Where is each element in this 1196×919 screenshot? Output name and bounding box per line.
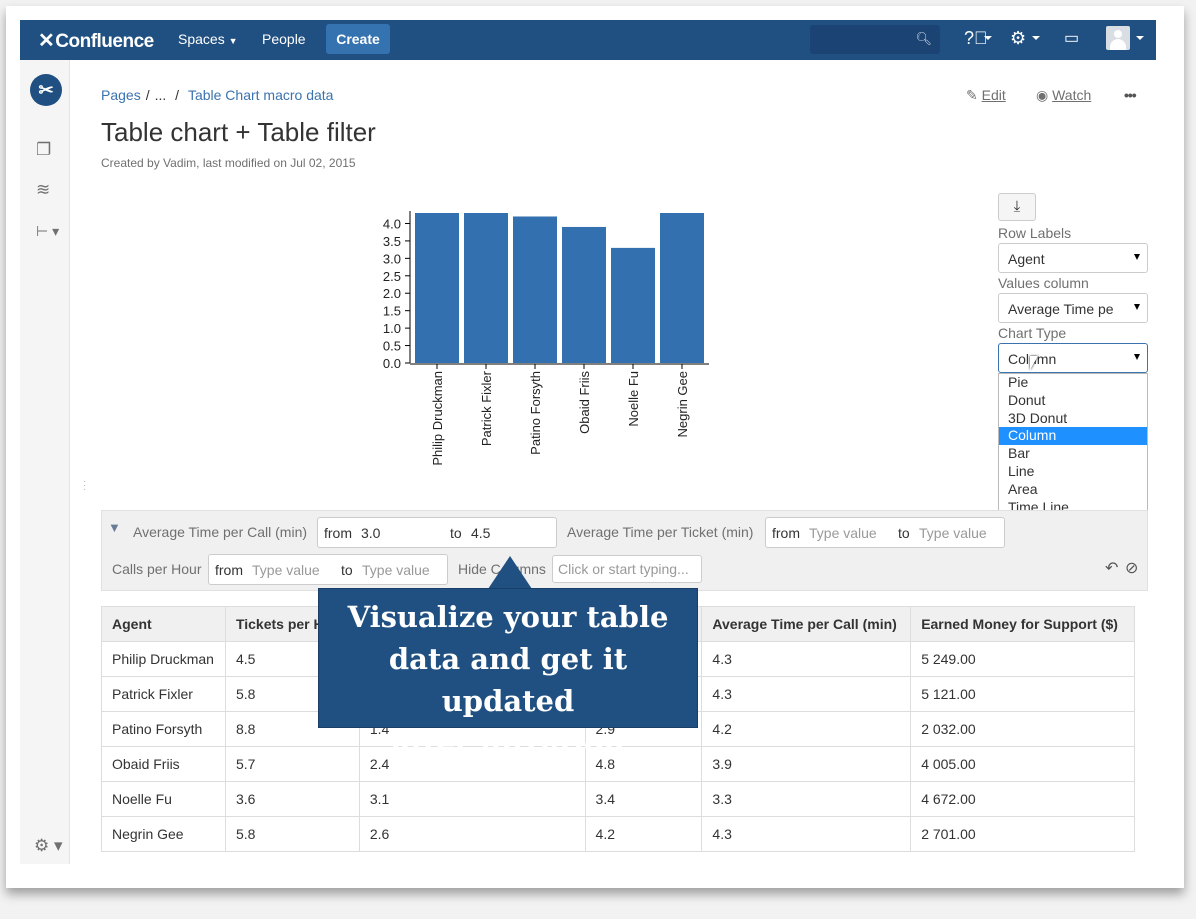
table-cell: 3.6	[224, 781, 360, 817]
y-tick-label: 2.5	[383, 269, 401, 284]
table-cell: 4.3	[701, 676, 912, 712]
mouse-cursor-icon	[1030, 356, 1038, 370]
table-cell: 2 701.00	[910, 816, 1135, 852]
bar[interactable]	[562, 226, 606, 363]
table-cell: 4.2	[701, 711, 912, 747]
x-tick-label: Patrick Fixler	[479, 370, 494, 446]
table-cell: 3.9	[701, 746, 912, 782]
table-cell: Patino Forsyth	[101, 711, 226, 747]
table-row: Noelle Fu 3.6 3.1 3.4 3.3 4 672.00	[101, 781, 1135, 817]
callout-line: after filtration	[391, 726, 625, 760]
y-tick-label: 0.5	[383, 339, 401, 354]
dropdown-arrow-icon	[1134, 304, 1140, 310]
avg-ticket-from-placeholder[interactable]: Type value	[809, 525, 877, 541]
avg-call-range-input[interactable]: from 3.0 to 4.5	[317, 517, 557, 548]
chart-type-select[interactable]: Column	[998, 343, 1148, 373]
range-from-label: from	[324, 525, 352, 541]
table-cell: Negrin Gee	[101, 816, 226, 852]
table-cell: 2.6	[358, 816, 586, 852]
chart-type-option[interactable]: Bar	[999, 445, 1147, 463]
y-tick-label: 0.0	[383, 356, 401, 371]
table-cell: Noelle Fu	[101, 781, 226, 817]
undo-icon[interactable]: ↶	[1105, 558, 1118, 578]
values-column-label: Values column	[998, 275, 1089, 291]
calls-to-placeholder[interactable]: Type value	[362, 562, 430, 578]
table-cell: Philip Druckman	[101, 641, 226, 677]
callout-line: data and get it updated	[388, 642, 628, 718]
x-tick-label: Noelle Fu	[626, 371, 641, 427]
table-cell: 4 005.00	[910, 746, 1135, 782]
dropdown-arrow-icon	[1134, 254, 1140, 260]
download-icon: ⤓	[1013, 198, 1021, 215]
table-cell: Obaid Friis	[101, 746, 226, 782]
chart-type-option[interactable]: Area	[999, 481, 1147, 499]
chart-type-option[interactable]: Donut	[999, 392, 1147, 410]
chart-type-label: Chart Type	[998, 325, 1067, 341]
range-to-label: to	[341, 562, 353, 578]
table-cell: 4.3	[701, 816, 912, 852]
table-cell: 5.8	[224, 816, 360, 852]
bar[interactable]	[660, 213, 704, 363]
clear-filters-icon[interactable]: ⊘	[1125, 558, 1138, 578]
table-cell: 4.2	[584, 816, 703, 852]
callout-line: Visualize your table	[347, 600, 669, 634]
y-tick-label: 1.0	[383, 321, 401, 336]
values-column-value: Average Time pe	[1008, 301, 1114, 317]
download-chart-button[interactable]: ⤓	[998, 193, 1036, 221]
range-to-label: to	[450, 525, 462, 541]
row-labels-label: Row Labels	[998, 225, 1072, 241]
x-tick-label: Negrin Gee	[675, 371, 690, 437]
calls-filter-label: Calls per Hour	[112, 561, 202, 577]
row-labels-value: Agent	[1008, 251, 1045, 267]
y-tick-label: 3.0	[383, 251, 401, 266]
calls-range-input[interactable]: from Type value to Type value	[208, 554, 448, 585]
chart-type-option[interactable]: Column	[999, 427, 1147, 446]
dropdown-arrow-icon	[1134, 354, 1140, 360]
bar[interactable]	[611, 247, 655, 363]
bar[interactable]	[513, 216, 557, 363]
range-from-label: from	[772, 525, 800, 541]
table-row: Negrin Gee 5.8 2.6 4.2 4.3 2 701.00	[101, 816, 1135, 852]
values-column-select[interactable]: Average Time pe	[998, 293, 1148, 323]
avg-ticket-filter-label: Average Time per Ticket (min)	[567, 524, 754, 540]
calls-from-placeholder[interactable]: Type value	[252, 562, 320, 578]
y-tick-label: 4.0	[383, 216, 401, 231]
y-tick-label: 3.5	[383, 234, 401, 249]
table-cell: 3.1	[358, 781, 586, 817]
chart-type-option[interactable]: 3D Donut	[999, 410, 1147, 428]
table-cell: 3.3	[701, 781, 912, 817]
avg-ticket-to-placeholder[interactable]: Type value	[919, 525, 987, 541]
table-cell: 5 249.00	[910, 641, 1135, 677]
x-tick-label: Philip Druckman	[430, 371, 445, 466]
table-cell: 3.4	[584, 781, 703, 817]
y-tick-label: 1.5	[383, 304, 401, 319]
chart-type-option[interactable]: Line	[999, 463, 1147, 481]
hide-columns-input[interactable]: Click or start typing...	[552, 555, 702, 583]
column-header[interactable]: Average Time per Call (min)	[701, 606, 912, 642]
x-tick-label: Patino Forsyth	[528, 371, 543, 455]
avg-call-from-value[interactable]: 3.0	[361, 525, 380, 541]
avg-call-filter-label: Average Time per Call (min)	[133, 524, 308, 540]
table-cell: 5 121.00	[910, 676, 1135, 712]
range-from-label: from	[215, 562, 243, 578]
promo-callout: Visualize your table data and get it upd…	[318, 588, 698, 760]
row-labels-select[interactable]: Agent	[998, 243, 1148, 273]
y-tick-label: 2.0	[383, 286, 401, 301]
bar[interactable]	[464, 213, 508, 363]
table-cell: 2 032.00	[910, 711, 1135, 747]
chart-type-option[interactable]: Pie	[999, 374, 1147, 392]
range-to-label: to	[898, 525, 910, 541]
table-cell: 4.3	[701, 641, 912, 677]
column-header[interactable]: Earned Money for Support ($)	[910, 606, 1135, 642]
table-cell: 4 672.00	[910, 781, 1135, 817]
avg-call-to-value[interactable]: 4.5	[471, 525, 490, 541]
avg-ticket-range-input[interactable]: from Type value to Type value	[765, 517, 1005, 548]
bar[interactable]	[415, 213, 459, 363]
table-cell: Patrick Fixler	[101, 676, 226, 712]
x-tick-label: Obaid Friis	[577, 371, 592, 434]
column-header[interactable]: Agent	[101, 606, 226, 642]
filter-icon[interactable]: ▼	[108, 520, 121, 535]
callout-pointer	[488, 556, 532, 589]
